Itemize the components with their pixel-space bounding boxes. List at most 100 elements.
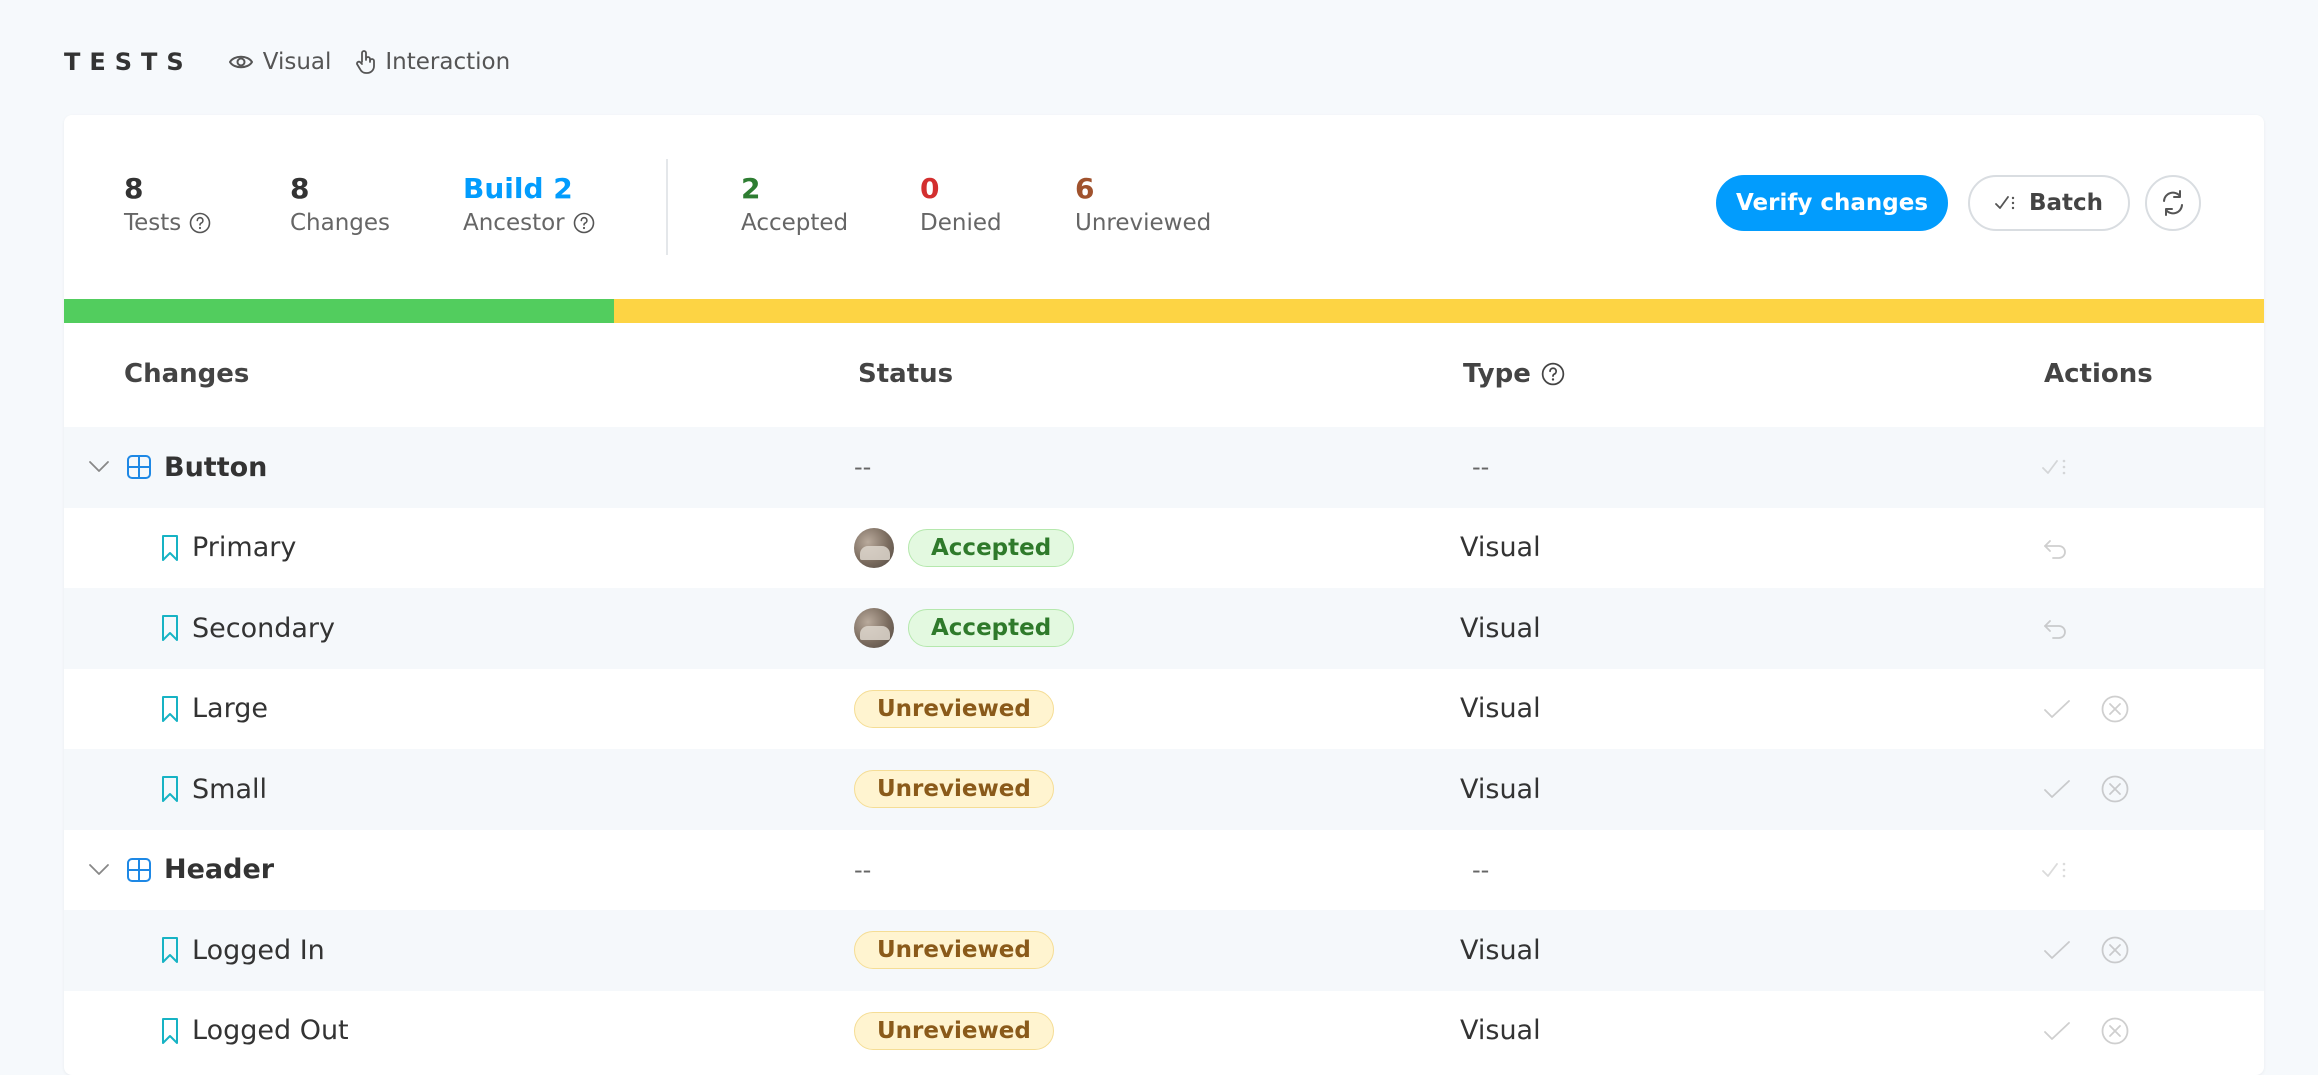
pointer-hand-icon <box>356 50 376 74</box>
bookmark-icon <box>162 1017 178 1044</box>
status-badge: Accepted <box>908 609 1075 648</box>
component-icon <box>127 455 151 480</box>
table-header: Changes Status Type Actions <box>64 323 2264 427</box>
group-name: Button <box>164 451 268 483</box>
stat-ancestor-label: Ancestor <box>463 210 565 236</box>
help-icon[interactable] <box>189 212 211 234</box>
group-name: Header <box>164 854 275 886</box>
type-value: Visual <box>1460 934 1541 966</box>
status-badge: Accepted <box>908 528 1075 567</box>
verify-changes-button[interactable]: Verify changes <box>1716 175 1948 231</box>
deny-x-icon[interactable] <box>2100 935 2130 965</box>
chevron-down-icon[interactable] <box>88 460 110 474</box>
stat-changes-value: 8 <box>290 172 310 205</box>
header-changes: Changes <box>124 359 250 389</box>
chevron-down-icon[interactable] <box>88 863 110 877</box>
undo-icon[interactable] <box>2042 617 2070 640</box>
build-summary: 8 Tests 8 Changes Build 2 Ancestor 2 Acc… <box>64 115 2264 299</box>
stat-changes: 8 Changes <box>290 173 390 239</box>
story-name: Logged In <box>192 934 325 966</box>
table-row[interactable]: Logged Out Unreviewed Visual <box>64 991 2264 1072</box>
story-name: Logged Out <box>192 1015 349 1047</box>
nav-visual-label: Visual <box>262 49 332 75</box>
header-actions: Actions <box>2044 359 2153 389</box>
brand-title: TESTS <box>64 48 193 76</box>
table-group-row[interactable]: Header -- -- <box>64 830 2264 911</box>
refresh-icon <box>2163 190 2183 216</box>
type-empty: -- <box>1472 453 1490 482</box>
accept-check-icon[interactable] <box>2042 777 2072 801</box>
status-badge: Unreviewed <box>854 1011 1054 1050</box>
status-empty: -- <box>854 453 872 482</box>
summary-divider <box>666 159 668 255</box>
stat-accepted-value: 2 <box>741 172 761 205</box>
batch-check-icon <box>1995 196 2015 210</box>
bookmark-icon <box>162 615 178 642</box>
story-name: Large <box>192 693 268 725</box>
status-badge: Unreviewed <box>854 931 1054 970</box>
stat-tests-value: 8 <box>124 172 144 205</box>
batch-button[interactable]: Batch <box>1968 175 2130 231</box>
stat-accepted-label: Accepted <box>741 210 849 236</box>
bookmark-icon <box>162 695 178 722</box>
bookmark-icon <box>162 937 178 964</box>
stat-unreviewed: 6 Unreviewed <box>1075 173 1211 239</box>
stat-denied-value: 0 <box>920 172 940 205</box>
stat-ancestor: Build 2 Ancestor <box>463 173 595 239</box>
table-row[interactable]: Secondary Accepted Visual <box>64 588 2264 669</box>
stat-tests-label: Tests <box>124 210 182 236</box>
stat-denied-label: Denied <box>920 210 1002 236</box>
table-row[interactable]: Large Unreviewed Visual <box>64 669 2264 750</box>
story-name: Secondary <box>192 612 335 644</box>
stat-tests: 8 Tests <box>124 173 211 239</box>
header-status: Status <box>858 359 954 389</box>
batch-accept-icon[interactable] <box>2042 456 2072 478</box>
type-value: Visual <box>1460 532 1541 564</box>
stat-unreviewed-label: Unreviewed <box>1075 210 1212 236</box>
help-icon[interactable] <box>573 212 595 234</box>
nav-interaction-link[interactable]: Interaction <box>355 49 510 75</box>
batch-accept-icon[interactable] <box>2042 859 2072 881</box>
status-badge: Unreviewed <box>854 770 1054 809</box>
story-name: Primary <box>192 532 297 564</box>
story-name: Small <box>192 773 267 805</box>
component-icon <box>127 857 151 882</box>
top-nav: TESTS Visual Interaction <box>64 44 534 80</box>
deny-x-icon[interactable] <box>2100 774 2130 804</box>
type-value: Visual <box>1460 612 1541 644</box>
accept-check-icon[interactable] <box>2042 1019 2072 1043</box>
accept-check-icon[interactable] <box>2042 938 2072 962</box>
stat-accepted: 2 Accepted <box>741 173 848 239</box>
build-card: 8 Tests 8 Changes Build 2 Ancestor 2 Acc… <box>64 115 2264 1075</box>
ancestor-build-link[interactable]: Build 2 <box>463 173 595 205</box>
stat-changes-label: Changes <box>290 210 391 236</box>
type-value: Visual <box>1460 1015 1541 1047</box>
stat-unreviewed-value: 6 <box>1075 172 1095 205</box>
progress-unreviewed-segment <box>614 299 2264 323</box>
table-group-row[interactable]: Button -- -- <box>64 427 2264 508</box>
avatar <box>854 608 894 649</box>
status-badge: Unreviewed <box>854 689 1054 728</box>
bookmark-icon <box>162 776 178 803</box>
type-value: Visual <box>1460 773 1541 805</box>
deny-x-icon[interactable] <box>2100 694 2130 724</box>
refresh-button[interactable] <box>2145 175 2201 231</box>
accept-check-icon[interactable] <box>2042 697 2072 721</box>
status-empty: -- <box>854 855 872 884</box>
undo-icon[interactable] <box>2042 537 2070 559</box>
type-value: Visual <box>1460 693 1541 725</box>
table-row[interactable]: Logged In Unreviewed Visual <box>64 910 2264 991</box>
avatar <box>854 527 894 568</box>
deny-x-icon[interactable] <box>2100 1016 2130 1046</box>
stat-denied: 0 Denied <box>920 173 1002 239</box>
type-empty: -- <box>1472 855 1490 884</box>
help-icon[interactable] <box>1541 362 1565 386</box>
progress-accepted-segment <box>64 299 614 323</box>
header-type: Type <box>1463 359 1565 389</box>
table-row[interactable]: Small Unreviewed Visual <box>64 749 2264 830</box>
eye-icon <box>228 55 253 69</box>
nav-visual-link[interactable]: Visual <box>228 49 332 75</box>
table-row[interactable]: Primary Accepted Visual <box>64 508 2264 589</box>
bookmark-icon <box>162 534 178 561</box>
batch-button-label: Batch <box>2028 190 2104 216</box>
